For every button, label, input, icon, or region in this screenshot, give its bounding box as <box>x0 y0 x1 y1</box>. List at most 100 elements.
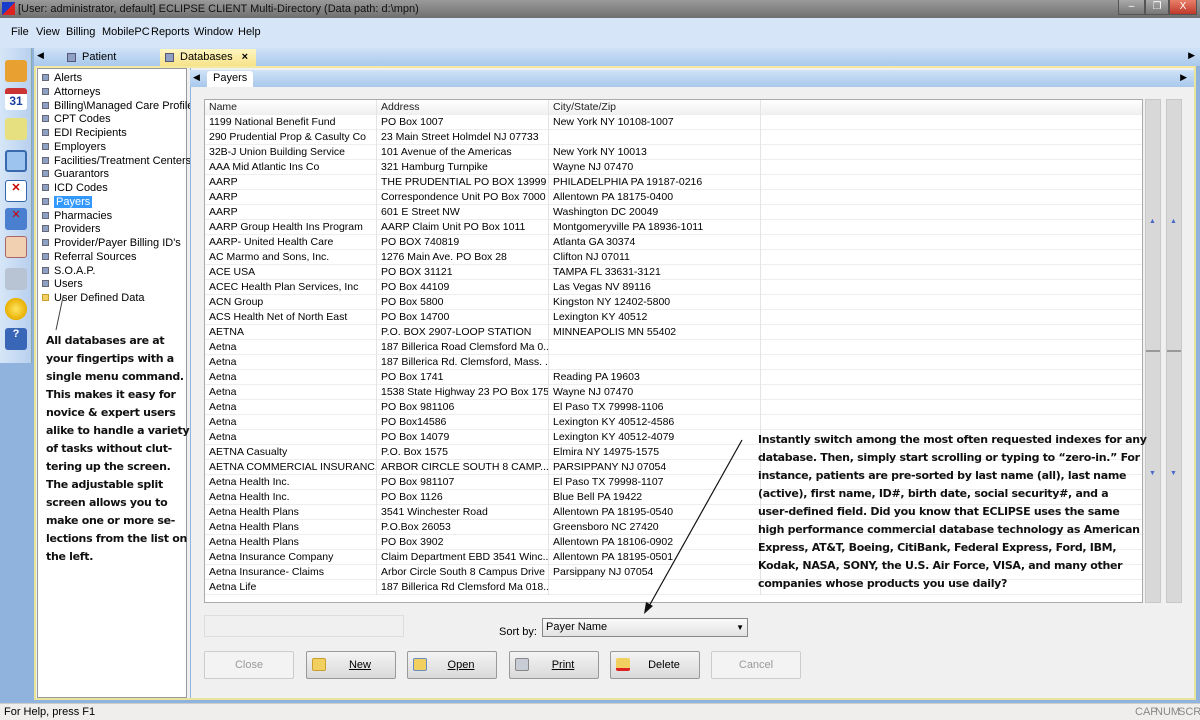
tree-item-users[interactable]: Users <box>42 278 83 290</box>
table-row[interactable]: AARP Correspondence Unit PO Box 7000 Allen… <box>205 190 1142 205</box>
tree-item-alerts[interactable]: Alerts <box>42 72 82 84</box>
sort-by-select[interactable]: Payer Name ▼ <box>542 618 748 637</box>
tree-item-provider-payer-billing-id-s[interactable]: Provider/Payer Billing ID's <box>42 237 181 249</box>
table-row[interactable]: Aetna 1538 State Highway 23 PO Box 1757 Wa… <box>205 385 1142 400</box>
table-row[interactable]: AAA Mid Atlantic Ins Co 321 Hamburg Turnp… <box>205 160 1142 175</box>
tab-close-icon[interactable]: × <box>242 51 248 63</box>
printer-icon[interactable] <box>5 268 27 290</box>
restore-button[interactable]: ❐ <box>1145 0 1169 15</box>
tab-scroll-left-icon[interactable]: ◀ <box>37 50 44 61</box>
tab-payers[interactable]: Payers <box>207 71 254 87</box>
table-row[interactable]: ACS Health Net of North East PO Box 14700… <box>205 310 1142 325</box>
table-row[interactable]: AARP THE PRUDENTIAL PO BOX 13999 PHILADELP… <box>205 175 1142 190</box>
open-button[interactable]: Open <box>407 651 497 679</box>
tree-item-label: CPT Codes <box>54 113 111 126</box>
table-cell: 601 E Street NW <box>377 205 549 220</box>
table-cell: Aetna Health Inc. <box>205 490 377 505</box>
notes-icon[interactable] <box>5 118 27 140</box>
table-row[interactable]: AARP Group Health Ins Program AARP Claim … <box>205 220 1142 235</box>
table-cell: Lexington KY 40512-4079 <box>549 430 761 445</box>
table-cell: PO Box 981106 <box>377 400 549 415</box>
panel-scroll-right-icon[interactable]: ▶ <box>1180 72 1187 83</box>
delete-window-icon[interactable]: ✕ <box>5 180 27 202</box>
print-button[interactable]: Print <box>509 651 599 679</box>
tree-item-s-o-a-p-[interactable]: S.O.A.P. <box>42 265 95 277</box>
tree-item-label: EDI Recipients <box>54 127 127 139</box>
tree-item-referral-sources[interactable]: Referral Sources <box>42 251 137 263</box>
tree-item-providers[interactable]: Providers <box>42 223 100 235</box>
column-header-name[interactable]: Name <box>205 100 377 115</box>
table-row[interactable]: ACE USA PO BOX 31121 TAMPA FL 33631-3121 <box>205 265 1142 280</box>
table-row[interactable]: Aetna PO Box14586 Lexington KY 40512-4586 <box>205 415 1142 430</box>
tab-scroll-right-icon[interactable]: ▶ <box>1188 50 1195 61</box>
grid-header: Name Address City/State/Zip <box>205 100 1142 115</box>
num-lock-indicator: NUM <box>1155 706 1181 718</box>
menu-billing[interactable]: Billing <box>66 26 95 38</box>
printer-icon <box>515 658 529 671</box>
grid-scrollbar-1[interactable]: ▲ ▼ <box>1145 99 1161 603</box>
help-book-icon[interactable]: ? <box>5 328 27 350</box>
table-row[interactable]: AETNA P.O. BOX 2907-LOOP STATION MINNEAPOL… <box>205 325 1142 340</box>
column-header-address[interactable]: Address <box>377 100 549 115</box>
tab-patient-rolodex[interactable]: Patient Rolodex <box>62 49 158 80</box>
annotation-line: lections from the list on <box>46 532 188 545</box>
panel-scroll-left-icon[interactable]: ◀ <box>193 72 200 83</box>
report-icon[interactable] <box>5 236 27 258</box>
delete-button[interactable]: Delete <box>610 651 700 679</box>
table-cell: 290 Prudential Prop & Casulty Co <box>205 130 377 145</box>
tree-item-employers[interactable]: Employers <box>42 141 106 153</box>
table-row[interactable]: Aetna PO Box 1741 Reading PA 19603 <box>205 370 1142 385</box>
tree-item-edi-recipients[interactable]: EDI Recipients <box>42 127 127 139</box>
table-row[interactable]: 290 Prudential Prop & Casulty Co 23 Main … <box>205 130 1142 145</box>
table-cell: Aetna Health Plans <box>205 535 377 550</box>
tab-databases[interactable]: Databases × <box>160 49 256 66</box>
tree-item-pharmacies[interactable]: Pharmacies <box>42 210 112 222</box>
table-row[interactable]: Aetna 187 Billerica Road Clemsford Ma 0..… <box>205 340 1142 355</box>
tree-item-cpt-codes[interactable]: CPT Codes <box>42 113 111 125</box>
minimize-button[interactable]: – <box>1118 0 1145 15</box>
menu-help[interactable]: Help <box>238 26 261 38</box>
close-button[interactable]: Close <box>204 651 294 679</box>
tree-item-facilities-treatment-centers[interactable]: Facilities/Treatment Centers <box>42 155 191 167</box>
annotation-line: This makes it easy for <box>46 388 176 401</box>
table-row[interactable]: AC Marmo and Sons, Inc. 1276 Main Ave. PO… <box>205 250 1142 265</box>
search-field[interactable] <box>204 615 404 637</box>
grid-scrollbar-2[interactable]: ▲ ▼ <box>1166 99 1182 603</box>
rolodex-icon[interactable] <box>5 60 27 82</box>
table-row[interactable]: ACEC Health Plan Services, Inc PO Box 441… <box>205 280 1142 295</box>
tree-item-attorneys[interactable]: Attorneys <box>42 86 100 98</box>
menu-reports[interactable]: Reports <box>151 26 190 38</box>
cancel-button[interactable]: Cancel <box>711 651 801 679</box>
menu-file[interactable]: File <box>11 26 29 38</box>
search-icon[interactable] <box>5 150 27 172</box>
tree-item-payers[interactable]: Payers <box>42 195 93 208</box>
table-cell: 1199 National Benefit Fund <box>205 115 377 130</box>
new-button[interactable]: New <box>306 651 396 679</box>
table-cell: PO Box14586 <box>377 415 549 430</box>
scroll-down-icon[interactable]: ▼ <box>1149 470 1156 477</box>
tree-item-icd-codes[interactable]: ICD Codes <box>42 182 108 194</box>
table-row[interactable]: Aetna PO Box 981106 El Paso TX 79998-1106 <box>205 400 1142 415</box>
column-header-city-state-zip[interactable]: City/State/Zip <box>549 100 761 115</box>
table-cell: Clifton NJ 07011 <box>549 250 761 265</box>
table-row[interactable]: Aetna 187 Billerica Rd. Clemsford, Mass. … <box>205 355 1142 370</box>
table-row[interactable]: 1199 National Benefit Fund PO Box 1007 New… <box>205 115 1142 130</box>
menu-window[interactable]: Window <box>194 26 233 38</box>
tree-item-guarantors[interactable]: Guarantors <box>42 168 109 180</box>
scroll-down-icon[interactable]: ▼ <box>1170 470 1177 477</box>
close-window-button[interactable]: X <box>1169 0 1197 15</box>
table-row[interactable]: AARP- United Health Care PO BOX 740819 Atl… <box>205 235 1142 250</box>
table-row[interactable]: AARP 601 E Street NW Washington DC 20049 <box>205 205 1142 220</box>
close-window-icon[interactable]: ✕ <box>5 208 27 230</box>
tree-item-billing-managed-care-profiles[interactable]: Billing\Managed Care Profiles <box>42 100 199 112</box>
scroll-up-icon[interactable]: ▲ <box>1170 218 1177 225</box>
table-row[interactable]: 32B-J Union Building Service 101 Avenue o… <box>205 145 1142 160</box>
tree-folder-user-defined-data[interactable]: User Defined Data <box>42 292 145 304</box>
calendar-icon[interactable]: 31 <box>5 88 27 110</box>
lightbulb-icon[interactable] <box>5 298 27 320</box>
annotation-line: user-defined field. Did you know that EC… <box>758 505 1120 518</box>
menu-mobilepc[interactable]: MobilePC <box>102 26 150 38</box>
menu-view[interactable]: View <box>36 26 60 38</box>
scroll-up-icon[interactable]: ▲ <box>1149 218 1156 225</box>
table-row[interactable]: ACN Group PO Box 5800 Kingston NY 12402-58… <box>205 295 1142 310</box>
